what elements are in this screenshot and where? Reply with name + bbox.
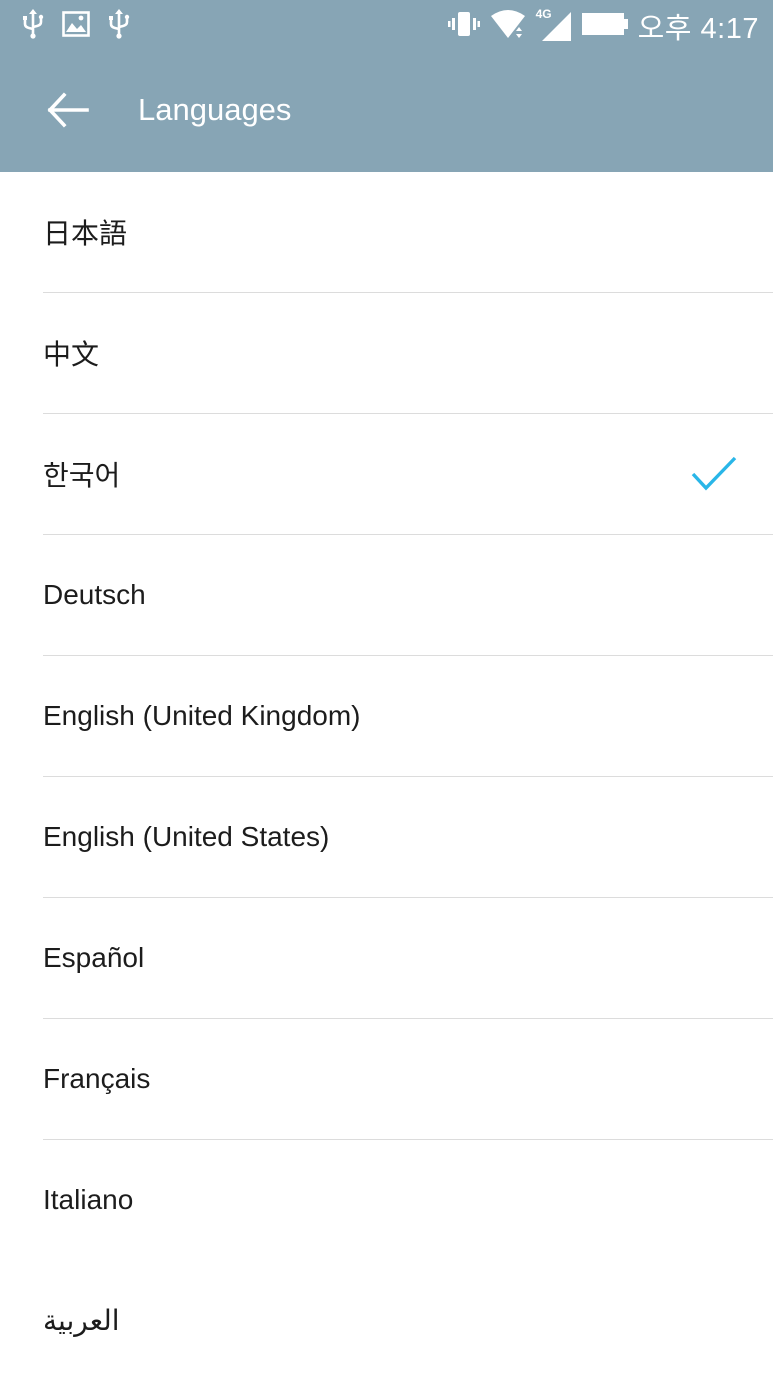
arrow-back-icon xyxy=(46,91,90,133)
toolbar: Languages xyxy=(0,52,773,172)
wifi-icon xyxy=(490,9,526,44)
language-item-japanese[interactable]: 日本語 xyxy=(43,172,773,293)
usb-icon xyxy=(108,8,130,44)
language-label: Français xyxy=(43,1063,151,1094)
back-button[interactable] xyxy=(30,74,106,150)
language-item-arabic[interactable]: العربية xyxy=(43,1260,773,1380)
language-item-chinese[interactable]: 中文 xyxy=(43,293,773,414)
language-item-german[interactable]: Deutsch xyxy=(43,535,773,656)
language-label: Español xyxy=(43,942,145,973)
language-label: English (United Kingdom) xyxy=(43,700,361,731)
language-list: 日本語 中文 한국어 Deutsch English (United Kingd… xyxy=(0,172,773,1380)
language-item-italian[interactable]: Italiano xyxy=(43,1140,773,1260)
battery-icon xyxy=(581,12,628,41)
signal-4g-icon: 4G xyxy=(536,7,572,42)
vibrate-icon xyxy=(447,11,480,42)
language-label: Deutsch xyxy=(43,579,146,610)
status-bar: 4G 오후 4:17 xyxy=(0,0,773,52)
checkmark-icon xyxy=(691,454,737,494)
language-label: Italiano xyxy=(43,1184,134,1215)
language-item-spanish[interactable]: Español xyxy=(43,898,773,1019)
status-bar-right: 4G 오후 4:17 xyxy=(447,7,759,45)
language-item-english-uk[interactable]: English (United Kingdom) xyxy=(43,656,773,777)
status-time: 오후 4:17 xyxy=(637,13,759,45)
page-title: Languages xyxy=(138,92,292,127)
image-icon xyxy=(62,10,90,42)
status-bar-left xyxy=(22,8,130,44)
language-label: English (United States) xyxy=(43,821,330,852)
language-item-korean[interactable]: 한국어 xyxy=(43,414,773,535)
language-label: 한국어 xyxy=(43,460,121,491)
language-item-french[interactable]: Français xyxy=(43,1019,773,1140)
app-bar: 4G 오후 4:17 Languages xyxy=(0,0,773,172)
language-item-english-us[interactable]: English (United States) xyxy=(43,777,773,898)
language-label: العربية xyxy=(43,1304,120,1336)
usb-icon xyxy=(22,8,44,44)
language-label: 日本語 xyxy=(43,218,128,249)
language-label: 中文 xyxy=(43,339,100,370)
